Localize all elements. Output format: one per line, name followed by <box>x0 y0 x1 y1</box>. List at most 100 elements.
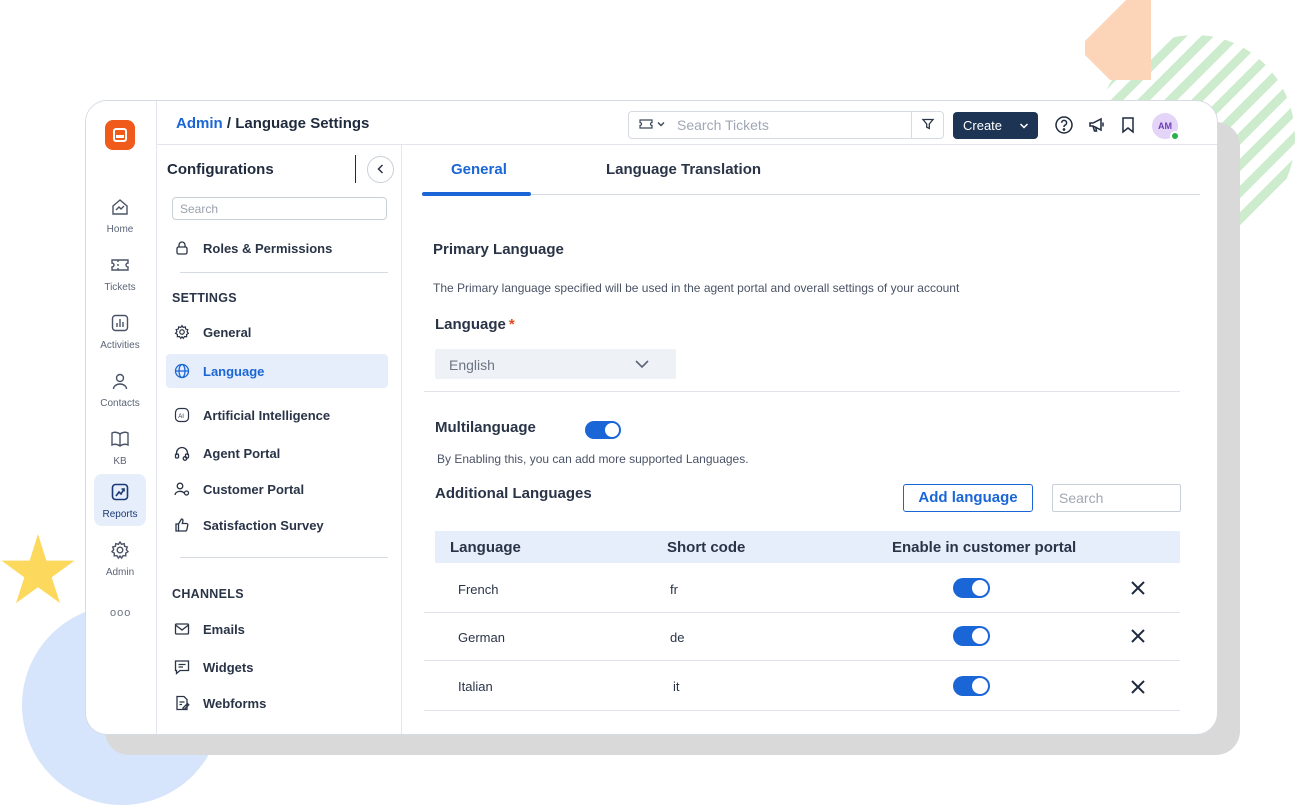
divider <box>180 272 388 273</box>
gear-icon <box>174 324 190 340</box>
chevron-left-icon <box>375 163 387 175</box>
close-icon[interactable] <box>1129 678 1147 696</box>
main-content: General Language Translation Primary Lan… <box>402 145 1217 734</box>
breadcrumb: Admin / Language Settings <box>176 115 369 132</box>
menu-item-language[interactable]: Language <box>166 354 388 388</box>
brand-logo-icon[interactable] <box>105 120 135 150</box>
help-icon[interactable] <box>1054 115 1074 135</box>
rail-label: Reports <box>102 509 137 520</box>
primary-language-heading: Primary Language <box>433 241 564 258</box>
menu-item-artificial-intelligence[interactable]: AI Artificial Intelligence <box>166 398 388 432</box>
gear-icon <box>110 540 130 560</box>
breadcrumb-admin-link[interactable]: Admin <box>176 115 223 132</box>
menu-item-label: Artificial Intelligence <box>203 408 330 423</box>
webform-icon <box>174 695 190 711</box>
rail-label: Admin <box>106 567 134 578</box>
chevron-down-icon <box>1018 119 1030 133</box>
language-search-input[interactable] <box>1052 484 1181 512</box>
language-field-label: Language* <box>435 316 515 333</box>
config-search-input[interactable] <box>172 197 387 220</box>
rail-item-tickets[interactable]: Tickets <box>94 247 146 299</box>
divider <box>424 391 1180 392</box>
menu-item-emails[interactable]: Emails <box>166 612 388 646</box>
rail-item-activities[interactable]: Activities <box>94 305 146 357</box>
thumbs-up-icon <box>174 517 190 533</box>
globe-icon <box>174 363 190 379</box>
reports-icon <box>110 482 130 502</box>
lock-icon <box>174 240 190 256</box>
menu-item-roles-permissions[interactable]: Roles & Permissions <box>166 231 388 265</box>
close-icon[interactable] <box>1129 579 1147 597</box>
megaphone-icon[interactable] <box>1087 115 1107 135</box>
required-mark: * <box>509 316 515 333</box>
chevron-down-icon <box>656 120 666 128</box>
rail-item-contacts[interactable]: Contacts <box>94 363 146 415</box>
rail-label: Activities <box>100 340 139 351</box>
menu-item-webforms[interactable]: Webforms <box>166 686 388 720</box>
rail-label: Home <box>107 224 134 235</box>
config-sidebar: Configurations Roles & Permissions SETTI… <box>157 145 402 734</box>
rail-item-reports[interactable]: Reports <box>94 474 146 526</box>
menu-item-label: General <box>203 325 251 340</box>
primary-language-select[interactable]: English <box>435 349 676 379</box>
home-chart-icon <box>110 197 130 217</box>
divider <box>180 557 388 558</box>
online-status-icon <box>1170 131 1180 141</box>
rail-label: Contacts <box>100 398 139 409</box>
table-row: German de <box>424 613 1180 661</box>
add-language-button[interactable]: Add language <box>903 484 1033 512</box>
table-header: Language Short code Enable in customer p… <box>435 531 1180 563</box>
column-header-enable-portal: Enable in customer portal <box>892 539 1076 556</box>
active-tab-indicator <box>422 192 531 196</box>
more-dots-icon[interactable]: ooo <box>110 607 131 619</box>
menu-item-label: Webforms <box>203 696 266 711</box>
ticket-icon <box>110 255 130 275</box>
decorative-triangle <box>1085 0 1151 80</box>
menu-item-satisfaction-survey[interactable]: Satisfaction Survey <box>166 508 388 542</box>
table-row: Italian it <box>424 661 1180 711</box>
rail-item-home[interactable]: Home <box>94 189 146 241</box>
divider <box>355 155 356 183</box>
create-button[interactable]: Create <box>953 112 1038 139</box>
row-short-code: de <box>670 630 684 645</box>
avatar[interactable]: AM <box>1152 113 1178 139</box>
close-icon[interactable] <box>1129 627 1147 645</box>
enable-portal-toggle[interactable] <box>953 578 990 598</box>
decorative-star <box>0 534 76 610</box>
multilanguage-toggle[interactable] <box>585 421 621 439</box>
primary-language-description: The Primary language specified will be u… <box>433 281 959 295</box>
ai-icon: AI <box>174 407 190 423</box>
tab-language-translation[interactable]: Language Translation <box>606 161 761 178</box>
collapse-sidebar-button[interactable] <box>367 156 394 183</box>
widget-icon <box>174 659 190 675</box>
column-header-language: Language <box>450 539 521 556</box>
menu-item-widgets[interactable]: Widgets <box>166 650 388 684</box>
enable-portal-toggle[interactable] <box>953 676 990 696</box>
tab-bar: General Language Translation <box>422 145 1200 195</box>
row-language: Italian <box>458 679 493 694</box>
search-scope-dropdown[interactable] <box>639 118 666 130</box>
chevron-down-icon <box>634 356 650 372</box>
bookmark-icon[interactable] <box>1118 115 1138 135</box>
row-short-code: it <box>673 679 680 694</box>
breadcrumb-current: Language Settings <box>235 115 369 132</box>
rail-item-admin[interactable]: Admin <box>94 532 146 584</box>
column-header-short-code: Short code <box>667 539 745 556</box>
menu-item-label: Emails <box>203 622 245 637</box>
menu-item-agent-portal[interactable]: Agent Portal <box>166 436 388 470</box>
filter-icon <box>921 117 935 131</box>
rail-item-kb[interactable]: KB <box>94 421 146 473</box>
breadcrumb-separator: / <box>223 115 236 132</box>
menu-item-label: Widgets <box>203 660 253 675</box>
enable-portal-toggle[interactable] <box>953 626 990 646</box>
multilanguage-description: By Enabling this, you can add more suppo… <box>437 452 749 466</box>
filter-button[interactable] <box>911 112 943 138</box>
customer-icon <box>174 481 190 497</box>
menu-item-general[interactable]: General <box>166 315 388 349</box>
ticket-search-input[interactable] <box>677 115 897 135</box>
menu-item-customer-portal[interactable]: Customer Portal <box>166 472 388 506</box>
menu-item-label: Customer Portal <box>203 482 304 497</box>
app-window: Home Tickets Activities Contacts KB Repo… <box>85 100 1218 735</box>
tab-general[interactable]: General <box>451 161 507 178</box>
config-title: Configurations <box>167 161 274 178</box>
